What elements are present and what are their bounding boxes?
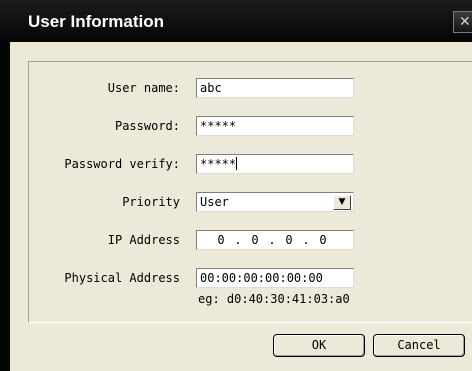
ip-octet-1[interactable]: 0 xyxy=(209,231,233,249)
ip-octet-2[interactable]: 0 xyxy=(243,231,267,249)
ip-address-input[interactable]: 0 . 0 . 0 . 0 xyxy=(196,230,354,250)
priority-selected-value: User xyxy=(200,195,229,209)
ip-separator: . xyxy=(234,233,242,247)
window-left-edge xyxy=(0,42,10,371)
text-caret xyxy=(236,157,238,170)
ip-octet-3[interactable]: 0 xyxy=(277,231,301,249)
priority-label: Priority xyxy=(122,195,180,209)
close-icon[interactable]: ✕ xyxy=(453,11,472,33)
ip-separator: . xyxy=(302,233,310,247)
username-label: User name: xyxy=(107,81,180,95)
ip-octet-4[interactable]: 0 xyxy=(311,231,335,249)
title-bar[interactable]: User Information ✕ xyxy=(0,0,472,42)
password-label: Password: xyxy=(114,119,180,133)
password-input[interactable]: ***** xyxy=(196,116,354,136)
user-information-dialog: User Information ✕ User name: abc Passwo… xyxy=(0,0,472,371)
ok-button[interactable]: OK xyxy=(273,334,365,357)
ip-separator: . xyxy=(268,233,276,247)
physical-address-input[interactable]: 00:00:00:00:00:00 xyxy=(196,268,354,288)
password-verify-label: Password verify: xyxy=(64,157,180,171)
cancel-button[interactable]: Cancel xyxy=(373,334,465,357)
password-verify-input[interactable]: ***** xyxy=(196,154,354,174)
ip-address-label: IP Address xyxy=(107,233,180,247)
username-input[interactable]: abc xyxy=(196,78,354,98)
priority-select[interactable]: User ▼ xyxy=(196,192,354,212)
dropdown-arrow-icon[interactable]: ▼ xyxy=(333,195,351,210)
physical-address-label: Physical Address xyxy=(64,271,180,285)
dialog-title: User Information xyxy=(28,12,165,31)
physical-address-hint: eg: d0:40:30:41:03:a0 xyxy=(198,292,350,306)
password-verify-value: ***** xyxy=(200,157,237,171)
